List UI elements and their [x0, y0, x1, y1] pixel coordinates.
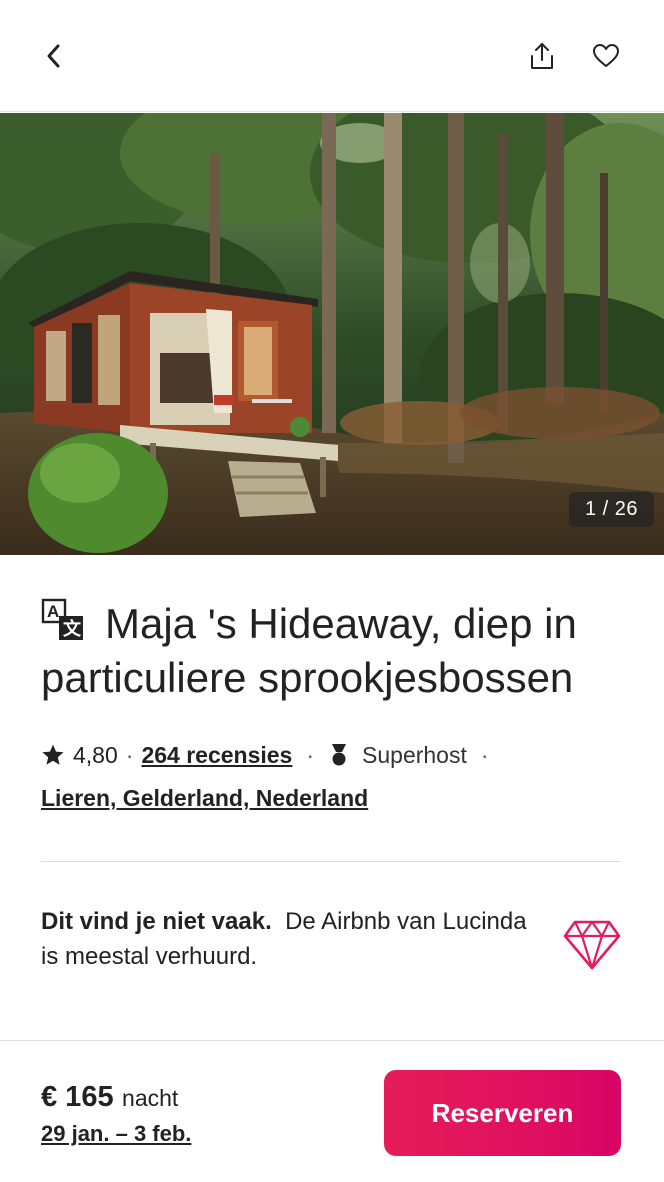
per-night-label: nacht [122, 1085, 179, 1111]
photo-counter: 1 / 26 [568, 492, 654, 527]
listing-title: A 文 Maja 's Hideaway, diep in particulie… [41, 597, 621, 705]
star-icon [42, 744, 64, 765]
svg-text:A: A [47, 602, 59, 621]
rare-find-notice: Dit vind je niet vaak. De Airbnb van Luc… [41, 904, 621, 984]
reviews-link[interactable]: 264 recensies [141, 742, 292, 769]
divider [41, 861, 621, 862]
share-icon [531, 43, 553, 69]
diamond-icon [563, 920, 621, 970]
superhost-medal-icon [332, 744, 347, 766]
svg-text:文: 文 [63, 618, 82, 639]
nightly-price: € 165 [41, 1081, 114, 1113]
listing-title-text: Maja 's Hideaway, diep in particuliere s… [41, 600, 577, 701]
booking-bar: € 165 nacht 29 jan. – 3 feb. Reserveren [0, 1040, 664, 1182]
top-bar [0, 0, 664, 112]
separator: · [480, 741, 489, 768]
chevron-left-icon [47, 44, 60, 68]
back-button[interactable] [30, 32, 78, 80]
rare-find-text: Dit vind je niet vaak. De Airbnb van Luc… [41, 904, 531, 974]
rating-value: 4,80 [73, 741, 118, 768]
save-button[interactable] [582, 32, 630, 80]
rare-find-bold: Dit vind je niet vaak. [41, 908, 272, 935]
superhost-label: Superhost [362, 741, 467, 768]
price-line: € 165 nacht [41, 1081, 178, 1114]
listing-details: A 文 Maja 's Hideaway, diep in particulie… [41, 555, 621, 984]
separator: · [125, 741, 134, 768]
rating-row: 4,80 · 264 recensies · Superhost · [41, 739, 621, 771]
location-link[interactable]: Lieren, Gelderland, Nederland [41, 785, 621, 817]
photo-gallery[interactable]: 1 / 26 [0, 113, 664, 555]
reserve-button[interactable]: Reserveren [384, 1070, 621, 1156]
share-button[interactable] [518, 32, 566, 80]
listing-photo [0, 113, 664, 555]
separator: · [306, 741, 315, 768]
translate-icon[interactable]: A 文 [41, 598, 87, 642]
heart-icon [593, 44, 619, 67]
date-range-link[interactable]: 29 jan. – 3 feb. [41, 1121, 191, 1147]
